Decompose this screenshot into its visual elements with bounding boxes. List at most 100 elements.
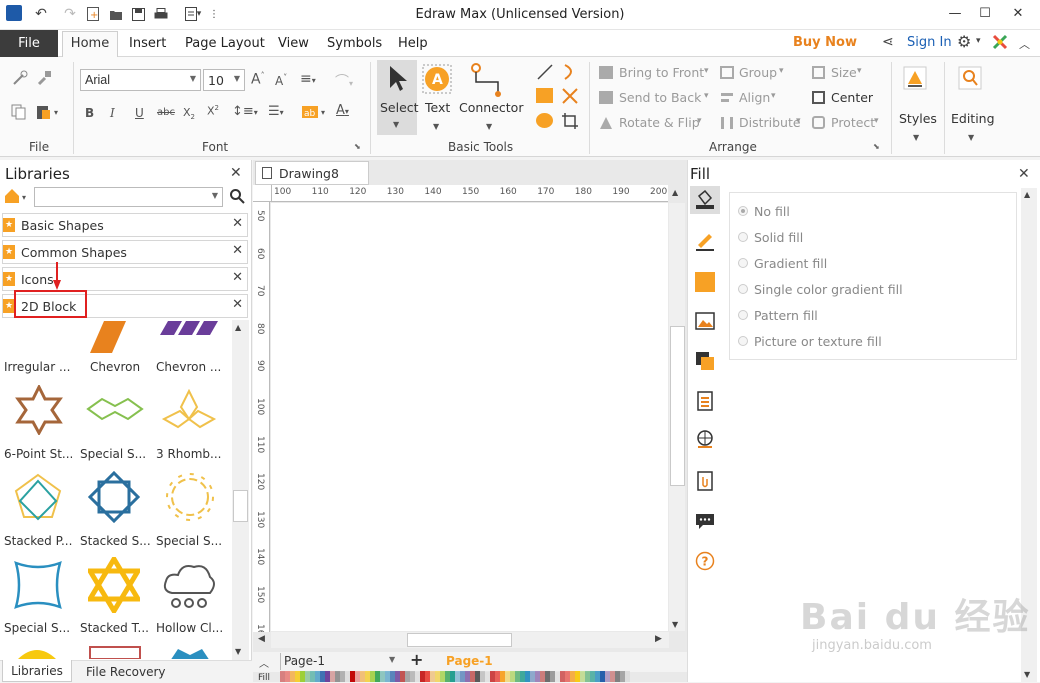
group-button[interactable]: Group: [739, 65, 777, 80]
line-spacing-icon[interactable]: ↕≡▾: [232, 104, 258, 119]
connector-tool-label[interactable]: Connector: [459, 100, 523, 115]
close-icon[interactable]: ✕: [232, 297, 243, 312]
file-menu[interactable]: File: [0, 30, 58, 57]
styles-icon[interactable]: [903, 66, 927, 93]
special-shape-thumb[interactable]: [86, 395, 144, 423]
radio-no-fill[interactable]: [738, 206, 748, 216]
distribute-button[interactable]: Distribute: [739, 115, 801, 130]
arc-tool-icon[interactable]: [561, 63, 579, 84]
comment-icon[interactable]: [695, 511, 715, 531]
canvas-hscroll-thumb[interactable]: [407, 633, 512, 647]
library-icons[interactable]: ★ Icons ✕: [2, 267, 248, 291]
chevron-down-icon[interactable]: ▾: [704, 66, 709, 76]
align-button[interactable]: Align: [739, 90, 770, 105]
send-to-back-button[interactable]: Send to Back: [619, 90, 701, 105]
center-button[interactable]: Center: [831, 90, 873, 105]
scroll-left-icon[interactable]: ◀: [258, 634, 265, 644]
font-size-select[interactable]: 10 ▼: [203, 69, 245, 91]
bold-icon[interactable]: B: [85, 106, 94, 120]
settings-dropdown-icon[interactable]: ▾: [976, 36, 981, 46]
subscript-icon[interactable]: X2: [183, 106, 195, 121]
format-painter-icon[interactable]: [11, 69, 29, 90]
chevron-down-icon[interactable]: ▾: [704, 91, 709, 101]
tab-file-recovery[interactable]: File Recovery: [86, 665, 166, 679]
rotate-flip-button[interactable]: Rotate & Flip: [619, 115, 700, 130]
tab-libraries[interactable]: Libraries: [2, 660, 72, 682]
shrink-font-icon[interactable]: A˅: [275, 73, 287, 88]
chevron-list-shape-thumb[interactable]: [160, 321, 222, 339]
scroll-up-icon[interactable]: ▲: [235, 323, 241, 332]
chevron-down-icon[interactable]: ▼: [433, 122, 439, 131]
fill-option-label[interactable]: Solid fill: [754, 230, 803, 245]
radio-picture-fill[interactable]: [738, 336, 748, 346]
layers-icon[interactable]: [695, 351, 715, 371]
tab-symbols[interactable]: Symbols: [327, 36, 382, 51]
special-frame-shape-thumb[interactable]: [10, 559, 66, 611]
scroll-up-icon[interactable]: ▲: [1024, 190, 1030, 199]
font-dialog-launcher-icon[interactable]: ⬊: [354, 142, 361, 151]
tab-view[interactable]: View: [278, 36, 309, 51]
scroll-down-icon[interactable]: ▼: [672, 620, 678, 629]
tab-home[interactable]: Home: [62, 31, 118, 58]
paste-icon[interactable]: ▾: [36, 104, 64, 123]
crop-tool-icon[interactable]: [561, 112, 579, 133]
page-select[interactable]: Page-1 ▼: [280, 653, 400, 670]
close-icon[interactable]: ✕: [232, 216, 243, 231]
color-palette[interactable]: [280, 671, 635, 682]
share-icon[interactable]: ⋖: [882, 34, 894, 50]
partial-shape-thumb[interactable]: [14, 647, 60, 659]
attachment-icon[interactable]: [695, 471, 715, 491]
tab-help[interactable]: Help: [398, 36, 428, 51]
special-star-shape-thumb[interactable]: [164, 471, 216, 523]
color-swatch[interactable]: [625, 671, 630, 682]
maximize-icon[interactable]: ☐: [970, 3, 1000, 25]
font-color-icon[interactable]: A▾: [336, 103, 349, 118]
rectangle-tool-icon[interactable]: [536, 88, 553, 103]
fill-option-label[interactable]: Single color gradient fill: [754, 282, 903, 297]
collapse-pages-icon[interactable]: ︿: [259, 655, 269, 670]
fill-option-label[interactable]: Pattern fill: [754, 308, 818, 323]
shadow-icon[interactable]: [695, 272, 715, 292]
superscript-icon[interactable]: X2: [207, 104, 219, 118]
text-direction-icon[interactable]: ⌒▾: [335, 71, 353, 91]
chevron-down-icon[interactable]: ▾: [697, 116, 702, 126]
scroll-down-icon[interactable]: ▼: [1024, 670, 1030, 679]
scroll-right-icon[interactable]: ▶: [655, 634, 662, 644]
chevron-down-icon[interactable]: ▼: [913, 133, 919, 142]
6-point-star-shape-thumb[interactable]: [14, 385, 64, 435]
ellipse-tool-icon[interactable]: [536, 113, 553, 128]
stacked-triangle-shape-thumb[interactable]: [88, 557, 140, 613]
select-tool-button[interactable]: Select ▼: [377, 60, 419, 135]
fill-bucket-icon[interactable]: [695, 189, 715, 210]
underline-icon[interactable]: U: [135, 106, 144, 120]
hollow-cloud-shape-thumb[interactable]: [160, 561, 218, 609]
globe-hyperlink-icon[interactable]: [695, 430, 715, 450]
search-icon[interactable]: [229, 188, 245, 207]
minimize-icon[interactable]: —: [940, 3, 970, 25]
canvas-vscroll-thumb[interactable]: [670, 326, 685, 486]
library-basic-shapes[interactable]: ★ Basic Shapes ✕: [2, 213, 248, 237]
scroll-down-icon[interactable]: ▼: [235, 647, 241, 656]
close-window-icon[interactable]: ✕: [1003, 3, 1033, 25]
text-tool-label[interactable]: Text: [425, 100, 450, 115]
radio-gradient-fill[interactable]: [738, 258, 748, 268]
page-tab[interactable]: Page-1: [446, 654, 493, 668]
chevron-down-icon[interactable]: ▾: [779, 66, 784, 76]
connector-tool-icon[interactable]: [470, 62, 506, 101]
size-button[interactable]: Size: [831, 65, 857, 80]
font-family-select[interactable]: Arial ▼: [80, 69, 201, 91]
chevron-shape-thumb[interactable]: [90, 321, 138, 353]
line-tool-icon[interactable]: [536, 63, 554, 84]
stacked-square-shape-thumb[interactable]: [88, 471, 140, 523]
protect-button[interactable]: Protect: [831, 115, 875, 130]
fill-option-label[interactable]: Gradient fill: [754, 256, 827, 271]
chevron-down-icon[interactable]: ▼: [486, 122, 492, 131]
bullets-icon[interactable]: ☰▾: [268, 104, 284, 119]
page-properties-icon[interactable]: [695, 391, 715, 411]
library-search-input[interactable]: ▼: [34, 187, 223, 207]
radio-solid-fill[interactable]: [738, 232, 748, 242]
grow-font-icon[interactable]: A˄: [251, 71, 265, 88]
partial-shape-thumb[interactable]: [88, 645, 144, 659]
chevron-down-icon[interactable]: ▾: [796, 116, 801, 126]
editing-button[interactable]: Editing: [951, 111, 995, 126]
